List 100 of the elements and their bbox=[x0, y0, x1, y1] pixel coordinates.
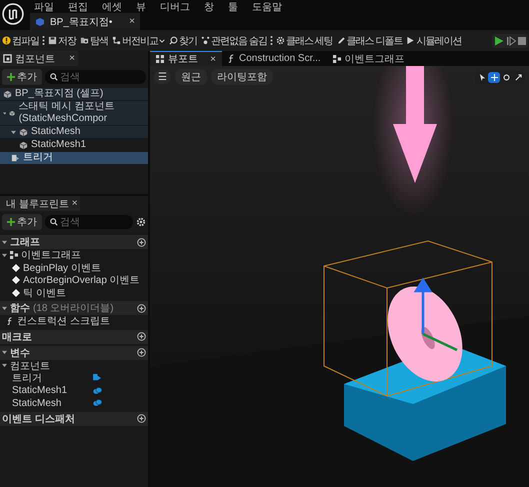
tree-item[interactable]: 트리거 bbox=[0, 152, 148, 164]
menu-item[interactable]: 창 bbox=[204, 0, 214, 14]
menu-item[interactable]: 파일 bbox=[34, 0, 54, 14]
view-mode-button[interactable]: 라이팅포함 bbox=[211, 69, 273, 85]
section-header[interactable]: 그래프 bbox=[0, 235, 148, 249]
scale-icon bbox=[514, 74, 522, 80]
toolbar-button[interactable]: 버전비교 bbox=[111, 34, 166, 48]
list-item[interactable]: 컨스트럭션 스크립트 bbox=[0, 315, 148, 328]
expand-arrow-icon[interactable] bbox=[2, 350, 7, 355]
folder-search-icon bbox=[80, 36, 89, 45]
step-icon[interactable] bbox=[506, 36, 516, 46]
section-header[interactable]: 변수 bbox=[0, 346, 148, 360]
expand-arrow-icon bbox=[2, 363, 7, 368]
graph-icon bbox=[10, 251, 18, 260]
search-icon bbox=[50, 73, 58, 81]
more-icon[interactable] bbox=[270, 35, 273, 46]
viewport-icon bbox=[156, 55, 164, 63]
close-button[interactable]: × bbox=[69, 53, 75, 64]
add-icon[interactable] bbox=[137, 304, 146, 312]
expand-arrow-icon[interactable] bbox=[2, 306, 7, 310]
list-item[interactable]: BeginPlay 이벤트 bbox=[0, 262, 148, 274]
add-icon[interactable] bbox=[137, 414, 146, 423]
tree-item[interactable]: 스태틱 메시 컴포넌트 (StaticMeshCompor bbox=[0, 101, 148, 125]
menu-item[interactable]: 뷰 bbox=[136, 0, 146, 14]
tree-item[interactable]: StaticMesh1 bbox=[0, 139, 148, 151]
menu-item[interactable]: 디버그 bbox=[160, 0, 190, 14]
cursor-icon bbox=[478, 74, 486, 80]
plus-icon bbox=[7, 218, 15, 226]
close-button[interactable]: × bbox=[129, 16, 135, 27]
list-item[interactable]: 컴포넌트 bbox=[0, 360, 148, 372]
expand-arrow-icon[interactable] bbox=[2, 240, 7, 244]
caret-icon bbox=[159, 38, 165, 44]
mesh-icon bbox=[9, 108, 16, 118]
settings-icon[interactable] bbox=[136, 217, 146, 227]
blueprint-icon bbox=[35, 16, 45, 26]
list-item[interactable]: 틱 이벤트 bbox=[0, 286, 148, 299]
list-item[interactable]: StaticMesh1 bbox=[0, 384, 148, 397]
function-icon bbox=[228, 54, 235, 63]
tree-item[interactable]: StaticMesh bbox=[0, 126, 148, 138]
section-header[interactable]: 이벤트 디스패처 bbox=[0, 412, 148, 426]
search-icon bbox=[169, 36, 178, 45]
components-icon bbox=[3, 54, 12, 63]
list-item[interactable]: StaticMesh bbox=[0, 397, 148, 410]
expand-arrow-icon bbox=[2, 252, 7, 258]
move-icon bbox=[490, 74, 498, 80]
tool-button[interactable] bbox=[488, 72, 500, 82]
stop-icon[interactable] bbox=[518, 36, 526, 46]
function-icon bbox=[6, 317, 14, 326]
menu-item[interactable]: 편집 bbox=[68, 0, 88, 14]
toolbar-button[interactable]: 관련없음 숨김 bbox=[200, 34, 268, 48]
add-icon[interactable] bbox=[137, 238, 146, 246]
add-icon[interactable] bbox=[137, 348, 146, 357]
pencil-icon bbox=[336, 36, 346, 45]
list-item[interactable]: 이벤트그래프 bbox=[0, 249, 148, 262]
section-header[interactable]: 함수 (18 오버라이더블) bbox=[0, 301, 148, 315]
search-field[interactable]: 검색 bbox=[45, 215, 133, 229]
play-icon[interactable] bbox=[494, 36, 504, 46]
view-mode-button[interactable]: 원근 bbox=[175, 69, 207, 85]
panel-tab[interactable]: 내 블루프린트 × bbox=[0, 196, 80, 211]
mesh-icon bbox=[19, 140, 28, 150]
menu-item[interactable]: 도움말 bbox=[252, 0, 282, 14]
rotate-icon bbox=[502, 74, 510, 80]
settings-icon bbox=[276, 36, 285, 45]
close-button[interactable]: × bbox=[72, 198, 78, 209]
mesh-icon bbox=[19, 128, 28, 136]
mesh-icon bbox=[3, 90, 12, 98]
nodes-icon bbox=[201, 36, 210, 45]
trigger-icon bbox=[93, 374, 102, 382]
toolbar-button[interactable]: 찾기 bbox=[168, 34, 198, 48]
menu-item[interactable]: 툴 bbox=[228, 0, 238, 14]
list-item[interactable]: ActorBeginOverlap 이벤트 bbox=[0, 274, 148, 286]
add-button[interactable]: 추가 bbox=[2, 69, 42, 85]
play-icon bbox=[406, 36, 416, 45]
tree-item[interactable]: BP_목표지점 (셀프) bbox=[0, 88, 148, 100]
document-tab[interactable]: BP_목표지점• × bbox=[30, 13, 140, 30]
editor-tab[interactable]: Construction Scr... bbox=[222, 51, 327, 66]
toolbar-button[interactable]: 저장 bbox=[47, 34, 77, 48]
toolbar-button[interactable]: 컴파일 bbox=[1, 34, 40, 48]
toolbar-button[interactable]: 탐색 bbox=[79, 34, 109, 48]
toolbar-button[interactable]: 클래스 디폴트 bbox=[336, 34, 404, 48]
close-button[interactable]: × bbox=[210, 54, 216, 64]
menu-item[interactable]: 에셋 bbox=[102, 0, 122, 14]
graph-icon bbox=[332, 54, 341, 62]
editor-tab[interactable]: 뷰포트 × bbox=[150, 51, 222, 66]
search-icon bbox=[50, 218, 58, 226]
toolbar-button[interactable]: 클래스 세팅 bbox=[274, 34, 334, 48]
section-header[interactable]: 매크로 bbox=[0, 330, 148, 344]
add-button[interactable]: 추가 bbox=[2, 214, 42, 230]
search-field[interactable]: 검색 bbox=[45, 70, 146, 84]
more-icon[interactable] bbox=[42, 35, 45, 46]
toolbar-button[interactable]: 시뮬레이션 bbox=[405, 34, 462, 48]
list-item[interactable]: 트리거 bbox=[0, 372, 148, 384]
editor-tab[interactable]: 이벤트그래프 bbox=[326, 51, 411, 66]
panel-tab[interactable]: 컴포넌트 × bbox=[0, 51, 78, 66]
expand-arrow-icon[interactable] bbox=[11, 130, 16, 134]
diff-icon bbox=[112, 36, 121, 45]
logo-icon bbox=[2, 3, 24, 25]
add-icon[interactable] bbox=[137, 332, 146, 341]
plus-icon bbox=[7, 73, 15, 81]
save-icon bbox=[48, 36, 57, 45]
